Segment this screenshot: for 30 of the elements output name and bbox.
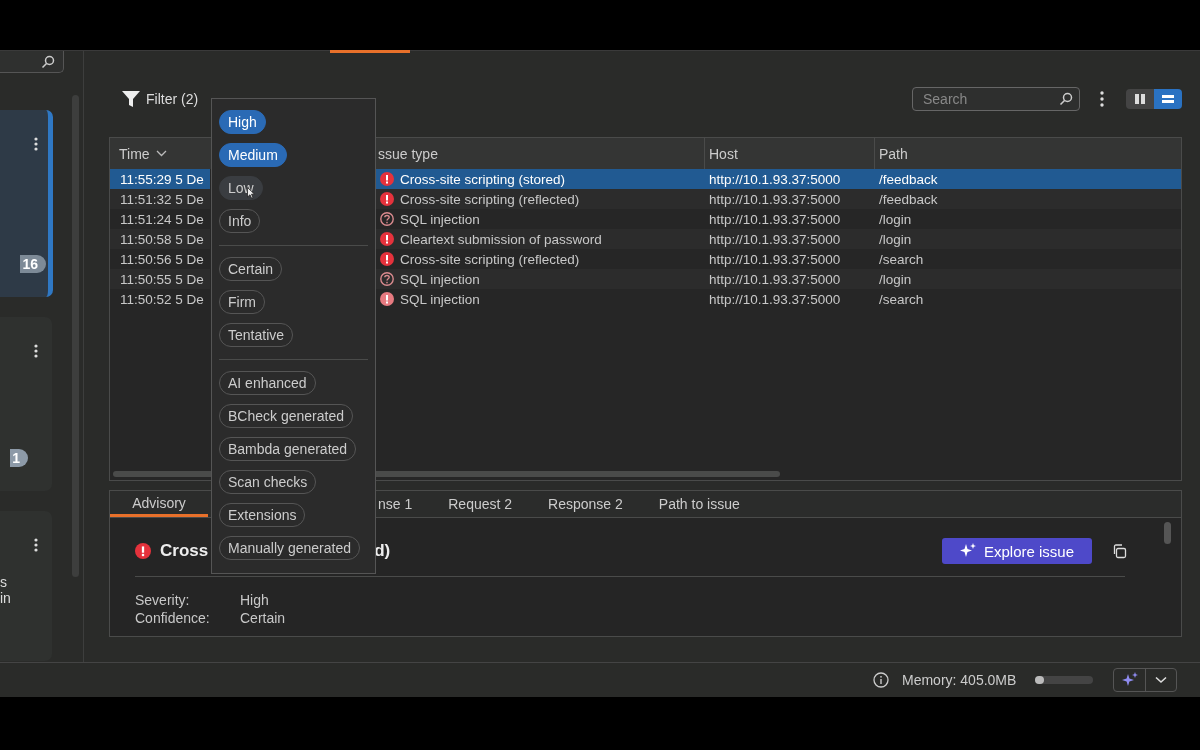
table-cell: http://10.1.93.37:5000 xyxy=(709,231,841,247)
table-cell: http://10.1.93.37:5000 xyxy=(709,291,841,307)
field-value: Certain xyxy=(240,609,286,627)
table-cell: /feedback xyxy=(879,171,938,187)
count-badge: 1 xyxy=(10,449,28,467)
field-value: High xyxy=(240,591,269,609)
field-label: Severity: xyxy=(135,591,191,609)
table-cell: http://10.1.93.37:5000 xyxy=(709,171,841,187)
table-cell: Cleartext submission of password xyxy=(400,231,602,247)
table-cell: SQL injection xyxy=(400,291,480,307)
issue-title: Cross xyxy=(160,541,209,561)
table-cell: /login xyxy=(879,231,912,247)
card-text: s in xyxy=(0,574,12,606)
table-cell: SQL injection xyxy=(400,211,480,227)
memory-label: Memory: 405.0MB xyxy=(902,672,1017,688)
field-label: Confidence: xyxy=(135,609,211,627)
table-cell: /search xyxy=(879,251,924,267)
table-cell: Cross-site scripting (stored) xyxy=(400,171,566,187)
table-cell: http://10.1.93.37:5000 xyxy=(709,211,841,227)
table-cell: Cross-site scripting (reflected) xyxy=(400,251,580,267)
table-cell: /search xyxy=(879,291,924,307)
table-cell: http://10.1.93.37:5000 xyxy=(709,271,841,287)
table-cell: SQL injection xyxy=(400,271,480,287)
table-cell: http://10.1.93.37:5000 xyxy=(709,251,841,267)
table-cell: Cross-site scripting (reflected) xyxy=(400,191,580,207)
table-cell: /login xyxy=(879,211,912,227)
table-cell: /feedback xyxy=(879,191,938,207)
count-badge: 16 xyxy=(20,255,46,273)
table-cell: http://10.1.93.37:5000 xyxy=(709,191,841,207)
table-cell: /login xyxy=(879,271,912,287)
